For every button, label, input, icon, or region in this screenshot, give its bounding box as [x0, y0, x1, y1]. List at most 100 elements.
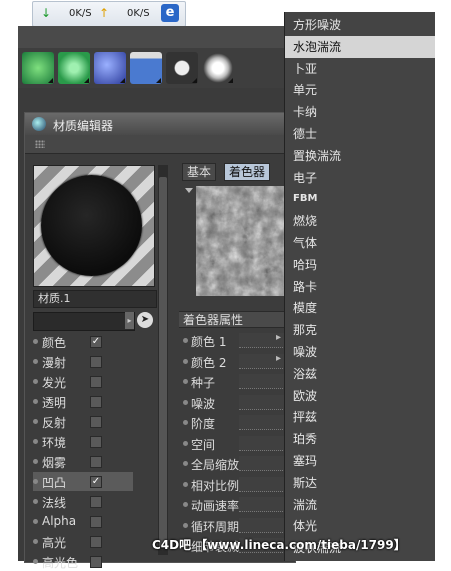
property-row[interactable]: 循环周期 — [183, 516, 293, 535]
channel-checkbox[interactable] — [90, 396, 102, 408]
channel-checkbox[interactable] — [90, 496, 102, 508]
property-row[interactable]: 相对比例 — [183, 475, 293, 494]
property-row[interactable]: 种子 — [183, 372, 293, 391]
channel-checkbox[interactable] — [90, 536, 102, 548]
window-title: 材质编辑器 — [53, 119, 114, 133]
scrollbar-thumb[interactable] — [159, 177, 167, 547]
channel-checkbox[interactable] — [90, 556, 102, 568]
menu-item[interactable]: FBM — [285, 188, 435, 210]
menu-item[interactable]: 湍流 — [285, 494, 435, 516]
bullet-icon — [183, 522, 188, 528]
bullet-icon — [183, 461, 188, 466]
channel-checkbox[interactable] — [90, 516, 102, 528]
material-field[interactable] — [33, 312, 135, 331]
menu-item[interactable]: 哈玛 — [285, 254, 435, 276]
property-field[interactable] — [239, 394, 289, 410]
channel-row[interactable]: 反射 — [33, 412, 133, 431]
floor-tool-icon[interactable] — [130, 52, 162, 84]
channel-checkbox[interactable]: ✓ — [90, 476, 102, 488]
tab-shader[interactable]: 着色器 — [224, 163, 271, 181]
tab-basic[interactable]: 基本 — [182, 163, 217, 181]
property-row[interactable]: 噪波 — [183, 393, 293, 412]
menu-item[interactable]: 燃烧 — [285, 210, 435, 232]
channel-scrollbar[interactable] — [158, 165, 168, 555]
property-field[interactable] — [239, 435, 289, 451]
browser-icon[interactable]: e — [161, 4, 179, 22]
channel-checkbox[interactable] — [90, 356, 102, 368]
channel-row[interactable]: 法线 — [33, 492, 133, 511]
window-titlebar[interactable]: 材质编辑器 — [25, 113, 295, 135]
property-field[interactable] — [239, 353, 289, 369]
collapse-triangle-icon[interactable] — [185, 188, 193, 193]
property-field[interactable] — [239, 456, 289, 471]
menu-item[interactable]: 路卡 — [285, 276, 435, 298]
property-field[interactable] — [239, 374, 289, 389]
channel-checkbox[interactable]: ✓ — [90, 336, 102, 348]
menu-item[interactable]: 置换湍流 — [285, 145, 435, 167]
channel-checkbox[interactable] — [90, 456, 102, 468]
channel-row[interactable]: 高光色 — [33, 552, 133, 571]
nurbs-tool-icon[interactable] — [58, 52, 90, 84]
deformer-tool-icon[interactable] — [94, 52, 126, 84]
channel-row[interactable]: 漫射 — [33, 352, 133, 371]
menu-item[interactable]: 浴兹 — [285, 363, 435, 385]
property-row[interactable]: 阶度 — [183, 413, 293, 432]
bullet-icon — [33, 359, 38, 364]
menu-item[interactable]: 单元 — [285, 79, 435, 101]
property-field[interactable] — [239, 333, 289, 348]
property-field[interactable] — [239, 497, 289, 512]
property-field[interactable] — [239, 415, 289, 430]
channel-row[interactable]: 凹凸 ✓ — [33, 472, 133, 491]
menu-item[interactable]: 塞玛 — [285, 450, 435, 472]
channel-label: 法线 — [42, 496, 67, 510]
property-label: 噪波 — [191, 396, 216, 411]
menu-item[interactable]: 气体 — [285, 232, 435, 254]
material-name[interactable]: 材质.1 — [33, 290, 157, 308]
property-field[interactable] — [239, 517, 289, 533]
channel-checkbox[interactable] — [90, 416, 102, 428]
grip-icon[interactable] — [35, 140, 45, 148]
menu-item[interactable]: 欧波 — [285, 385, 435, 407]
property-row[interactable]: 全局缩放 — [183, 454, 293, 473]
bullet-icon — [33, 399, 38, 404]
expand-icon[interactable]: ▸ — [276, 332, 281, 343]
menu-item[interactable]: 那克 — [285, 319, 435, 341]
menu-item[interactable]: 斯达 — [285, 472, 435, 494]
property-field[interactable] — [239, 476, 289, 492]
channel-row[interactable]: 高光 — [33, 532, 133, 551]
menu-item[interactable]: 珀秀 — [285, 428, 435, 450]
bullet-icon — [33, 459, 38, 464]
menu-item[interactable]: 噪波 — [285, 341, 435, 363]
property-row[interactable]: 颜色 2 ▸ — [183, 352, 293, 371]
menu-item[interactable]: 卜亚 — [285, 58, 435, 80]
material-preview[interactable] — [33, 165, 155, 287]
menu-item[interactable]: 抨兹 — [285, 406, 435, 428]
toolbar — [18, 48, 284, 88]
field-arrow-icon[interactable]: ▸ — [125, 312, 134, 329]
channel-label: 高光色 — [42, 556, 79, 570]
pick-arrow-icon[interactable]: ➤ — [137, 312, 153, 328]
property-row[interactable]: 空间 — [183, 434, 293, 453]
cube-tool-icon[interactable] — [22, 52, 54, 84]
light-tool-icon[interactable] — [202, 52, 234, 84]
channel-row[interactable]: 透明 — [33, 392, 133, 411]
bullet-icon — [33, 519, 38, 524]
property-row[interactable]: 颜色 1 ▸ — [183, 331, 293, 350]
channel-row[interactable]: Alpha — [33, 512, 133, 531]
channel-checkbox[interactable] — [90, 436, 102, 448]
property-row[interactable]: 动画速率 — [183, 495, 293, 514]
camera-tool-icon[interactable] — [166, 52, 198, 84]
channel-row[interactable]: 颜色 ✓ — [33, 332, 133, 351]
menu-item[interactable]: 电子 — [285, 167, 435, 189]
menu-item[interactable]: 卡纳 — [285, 101, 435, 123]
menu-item[interactable]: 方形噪波 — [285, 14, 435, 36]
menu-item[interactable]: 德士 — [285, 123, 435, 145]
menu-item[interactable]: 模度 — [285, 297, 435, 319]
menu-item[interactable]: 水泡湍流 — [285, 35, 435, 58]
menu-item[interactable]: 体光 — [285, 515, 435, 537]
channel-row[interactable]: 环境 — [33, 432, 133, 451]
channel-checkbox[interactable] — [90, 376, 102, 388]
expand-icon[interactable]: ▸ — [276, 353, 281, 364]
channel-row[interactable]: 烟雾 — [33, 452, 133, 471]
channel-row[interactable]: 发光 — [33, 372, 133, 391]
